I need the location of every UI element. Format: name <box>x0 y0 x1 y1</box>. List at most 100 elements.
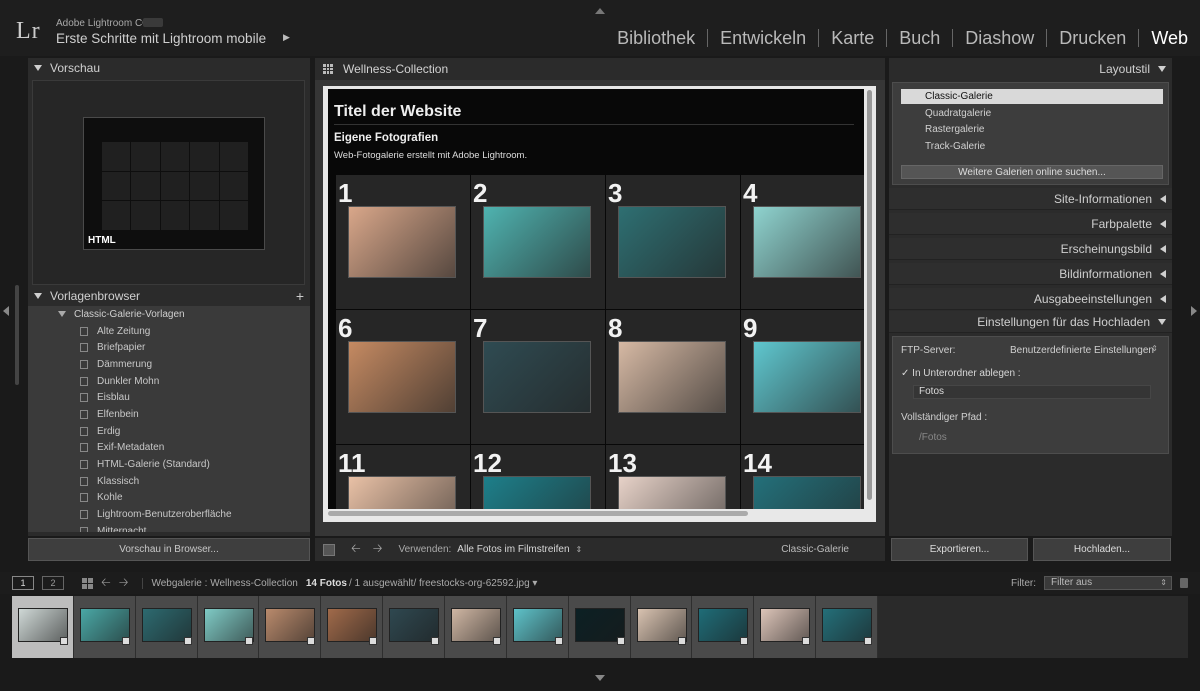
ftp-server-select[interactable]: Benutzerdefinierte Einstellungen <box>1010 345 1154 356</box>
upload-settings-header[interactable]: Einstellungen für das Hochladen <box>889 311 1172 333</box>
previous-arrow-icon[interactable]: 🡠 <box>351 539 361 560</box>
thumbnail-number: 12 <box>473 448 502 478</box>
module-web[interactable]: Web <box>1138 29 1188 47</box>
template-item[interactable]: Kohle <box>28 490 310 507</box>
layout-style-item[interactable]: Track-Galerie <box>901 139 1163 154</box>
template-item[interactable]: Klassisch <box>28 473 310 490</box>
settings-section-header[interactable]: Site-Informationen <box>889 188 1172 210</box>
upload-button[interactable]: Hochladen... <box>1033 538 1171 561</box>
gallery-thumbnail[interactable]: 13 <box>606 445 740 509</box>
website-preview: Titel der Website Eigene Fotografien Web… <box>328 89 864 509</box>
use-dropdown[interactable]: Alle Fotos im Filmstreifen <box>457 544 569 555</box>
filmstrip-thumbnail[interactable] <box>383 596 446 658</box>
template-folder[interactable]: Classic-Galerie-Vorlagen <box>28 306 310 323</box>
gallery-thumbnail[interactable]: 9 <box>741 310 864 444</box>
window-1-button[interactable]: 1 <box>12 576 34 590</box>
filmstrip-bar: 1 2 🡠 🡢 Webgalerie : Wellness-Collection… <box>0 572 1200 594</box>
filmstrip-thumbnail[interactable] <box>692 596 755 658</box>
module-entwickeln[interactable]: Entwickeln <box>707 29 818 47</box>
collapse-bottom-panel-icon[interactable] <box>595 675 605 681</box>
collapse-top-panel-icon[interactable] <box>595 8 605 14</box>
module-drucken[interactable]: Drucken <box>1046 29 1138 47</box>
settings-section-header[interactable]: Bildinformationen <box>889 263 1172 285</box>
horizontal-scrollbar[interactable] <box>328 511 748 516</box>
selection-info[interactable]: / 1 ausgewählt/ freestocks-org-62592.jpg… <box>349 578 537 589</box>
gallery-thumbnail[interactable]: 2 <box>471 175 605 309</box>
next-arrow-icon[interactable]: 🡢 <box>373 539 383 560</box>
lock-icon[interactable] <box>1180 578 1188 588</box>
settings-section-header[interactable]: Erscheinungsbild <box>889 238 1172 260</box>
template-item[interactable]: Briefpapier <box>28 339 310 356</box>
template-item[interactable]: HTML-Galerie (Standard) <box>28 456 310 473</box>
template-item[interactable]: Eisblau <box>28 389 310 406</box>
gallery-thumbnail[interactable]: 11 <box>336 445 470 509</box>
module-bibliothek[interactable]: Bibliothek <box>605 29 707 47</box>
collapse-left-panel-icon[interactable] <box>3 306 9 316</box>
grid-view-icon[interactable] <box>82 577 93 589</box>
template-item[interactable]: Erdig <box>28 423 310 440</box>
source-path[interactable]: Webgalerie : Wellness-Collection <box>142 577 298 589</box>
layout-style-header[interactable]: Layoutstil <box>889 58 1172 80</box>
filmstrip-thumbnail[interactable] <box>321 596 384 658</box>
gallery-thumbnail[interactable]: 3 <box>606 175 740 309</box>
filmstrip-thumbnail[interactable] <box>506 596 569 658</box>
filmstrip-thumbnail[interactable] <box>12 596 74 658</box>
dropdown-caret-icon[interactable]: ⇕ <box>1151 344 1158 353</box>
template-item[interactable]: Alte Zeitung <box>28 323 310 340</box>
template-item[interactable]: Lightroom-Benutzeroberfläche <box>28 506 310 523</box>
window-2-button[interactable]: 2 <box>42 576 64 590</box>
layout-style-item[interactable]: Quadratgalerie <box>901 106 1163 121</box>
back-arrow-icon[interactable]: 🡠 <box>101 573 111 594</box>
forward-arrow-icon[interactable]: 🡢 <box>119 573 129 594</box>
filmstrip-thumbnail[interactable] <box>197 596 260 658</box>
template-item[interactable]: Dunkler Mohn <box>28 373 310 390</box>
subfolder-checkbox[interactable]: ✓ In Unterordner ablegen : <box>901 368 1021 379</box>
gallery-thumbnail[interactable]: 12 <box>471 445 605 509</box>
export-button[interactable]: Exportieren... <box>891 538 1028 561</box>
play-arrow-icon[interactable]: ▶ <box>283 32 290 43</box>
checkmark-icon: ✓ <box>901 368 910 379</box>
template-item[interactable]: Mitternacht <box>28 523 310 532</box>
preview-in-browser-button[interactable]: Vorschau in Browser... <box>28 538 310 561</box>
subfolder-input[interactable]: Fotos <box>913 385 1151 399</box>
module-buch[interactable]: Buch <box>886 29 952 47</box>
stop-icon[interactable] <box>323 543 335 556</box>
filmstrip-thumbnail[interactable] <box>816 596 879 658</box>
dropdown-caret-icon[interactable]: ⇕ <box>576 545 583 554</box>
gallery-thumbnail[interactable]: 14 <box>741 445 864 509</box>
preview-panel-header[interactable]: Vorschau <box>28 58 310 78</box>
filmstrip-thumbnail[interactable] <box>754 596 817 658</box>
layout-style-item[interactable]: Classic-Galerie <box>901 89 1163 104</box>
filmstrip-thumbnail[interactable] <box>630 596 693 658</box>
settings-section-header[interactable]: Ausgabeeinstellungen <box>889 288 1172 310</box>
find-more-galleries-button[interactable]: Weitere Galerien online suchen... <box>901 165 1163 179</box>
filmstrip-thumbnail[interactable] <box>135 596 198 658</box>
filmstrip-thumbnail[interactable] <box>259 596 322 658</box>
preview-panel-title: Vorschau <box>50 61 101 75</box>
site-title[interactable]: Titel der Website <box>334 103 461 121</box>
filter-select[interactable]: Filter aus ⇕ <box>1044 576 1172 590</box>
vertical-scrollbar[interactable] <box>867 90 872 500</box>
gallery-thumbnail[interactable]: 7 <box>471 310 605 444</box>
module-diashow[interactable]: Diashow <box>952 29 1046 47</box>
template-item[interactable]: Elfenbein <box>28 406 310 423</box>
gallery-thumbnail[interactable]: 1 <box>336 175 470 309</box>
gallery-thumbnail[interactable]: 6 <box>336 310 470 444</box>
template-item[interactable]: Dämmerung <box>28 356 310 373</box>
layout-style-item[interactable]: Rastergalerie <box>901 122 1163 137</box>
template-browser-header[interactable]: Vorlagenbrowser <box>28 286 310 306</box>
filmstrip-thumbnail[interactable] <box>568 596 631 658</box>
module-karte[interactable]: Karte <box>818 29 886 47</box>
site-subtitle[interactable]: Eigene Fotografien <box>334 132 438 144</box>
add-template-icon[interactable]: + <box>296 288 304 304</box>
left-panel-scrollbar[interactable] <box>15 285 19 385</box>
template-item[interactable]: Exif-Metadaten <box>28 440 310 457</box>
filmstrip-thumbnail[interactable] <box>73 596 136 658</box>
site-description[interactable]: Web-Fotogalerie erstellt mit Adobe Light… <box>334 150 527 161</box>
gallery-thumbnail[interactable]: 4 <box>741 175 864 309</box>
gallery-thumbnail[interactable]: 8 <box>606 310 740 444</box>
thumbnail-number: 7 <box>473 313 488 343</box>
collapse-right-panel-icon[interactable] <box>1191 306 1197 316</box>
filmstrip-thumbnail[interactable] <box>445 596 507 658</box>
settings-section-header[interactable]: Farbpalette <box>889 213 1172 235</box>
